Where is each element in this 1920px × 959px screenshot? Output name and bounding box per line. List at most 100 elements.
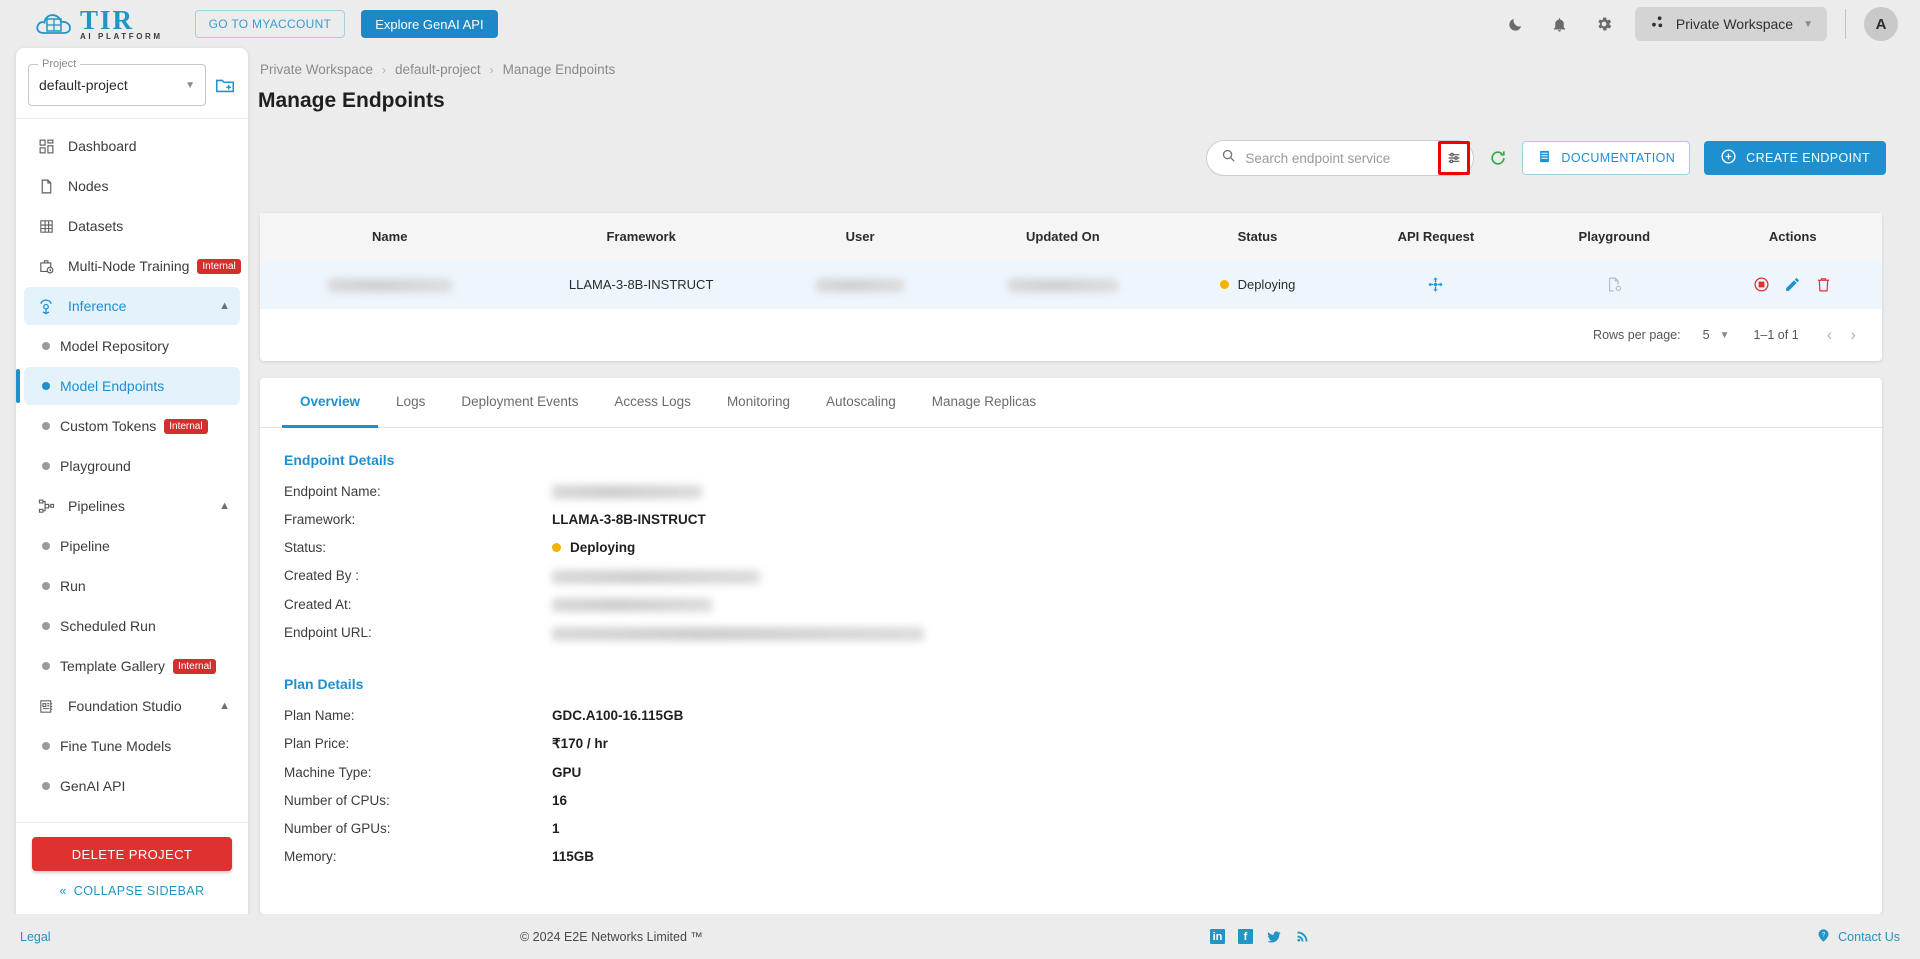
rows-per-page-value: 5 (1702, 328, 1710, 342)
cell-actions (1703, 260, 1882, 309)
tab-monitoring[interactable]: Monitoring (709, 378, 808, 428)
column-header-name[interactable]: Name (260, 213, 520, 260)
rss-icon[interactable] (1295, 929, 1310, 944)
endpoint-detail-card: Overview Logs Deployment Events Access L… (260, 378, 1882, 914)
sidebar-item-label: Datasets (68, 218, 124, 234)
detail-key: Framework: (284, 512, 356, 528)
column-header-api-request[interactable]: API Request (1346, 213, 1526, 260)
detail-key: Memory: (284, 848, 337, 864)
sidebar-item-model-repository[interactable]: Model Repository (24, 327, 240, 365)
endpoints-table-card: Name Framework User Updated On Status AP… (260, 213, 1882, 361)
detail-value (552, 597, 712, 613)
refresh-icon[interactable] (1488, 148, 1508, 168)
sidebar-nav[interactable]: Dashboard Nodes Datasets Multi-Node Trai… (16, 118, 248, 822)
pagination: Rows per page: 5 ▼ 1–1 of 1 ‹ › (260, 309, 1882, 361)
sidebar-item-scheduled-run[interactable]: Scheduled Run (24, 607, 240, 645)
sidebar-item-run[interactable]: Run (24, 567, 240, 605)
detail-key: Machine Type: (284, 764, 372, 780)
explore-genai-api-button[interactable]: Explore GenAI API (361, 10, 498, 38)
redacted-created-at (552, 598, 712, 613)
go-to-myaccount-button[interactable]: GO TO MYACCOUNT (194, 10, 346, 38)
documentation-button[interactable]: DOCUMENTATION (1522, 141, 1691, 175)
sidebar-item-multi-node-training[interactable]: Multi-Node Training Internal (24, 247, 241, 285)
cell-framework: LLAMA-3-8B-INSTRUCT (519, 260, 763, 309)
bullet-icon (42, 582, 50, 590)
tab-access-logs[interactable]: Access Logs (596, 378, 709, 428)
sidebar-item-foundation-studio[interactable]: Foundation Studio ▲ (24, 687, 240, 725)
tab-autoscaling[interactable]: Autoscaling (808, 378, 914, 428)
sidebar-item-pipeline[interactable]: Pipeline (24, 527, 240, 565)
column-header-status[interactable]: Status (1168, 213, 1347, 260)
api-request-icon[interactable] (1355, 276, 1517, 293)
column-header-updated-on[interactable]: Updated On (957, 213, 1169, 260)
tab-deployment-events[interactable]: Deployment Events (443, 378, 596, 428)
delete-icon[interactable] (1815, 276, 1832, 293)
table-row[interactable]: LLAMA-3-8B-INSTRUCT Deploying (260, 260, 1882, 309)
plan-row-machine-type: Machine Type: GPU (284, 765, 1858, 780)
new-project-icon[interactable] (214, 74, 236, 96)
contact-us-link[interactable]: ? Contact Us (1816, 927, 1900, 947)
sidebar-item-dashboard[interactable]: Dashboard (24, 127, 240, 165)
top-bar: TIR AI PLATFORM GO TO MYACCOUNT Explore … (0, 0, 1920, 48)
sidebar-item-model-endpoints[interactable]: Model Endpoints (16, 367, 240, 405)
detail-value: GDC.A100-16.115GB (552, 707, 684, 723)
delete-project-button[interactable]: DELETE PROJECT (32, 837, 232, 871)
sidebar-item-label: Scheduled Run (60, 618, 156, 634)
previous-page-button[interactable]: ‹ (1823, 325, 1837, 345)
project-select[interactable]: Project default-project ▼ (28, 58, 206, 106)
breadcrumb-item-workspace[interactable]: Private Workspace (260, 62, 373, 77)
chevron-down-icon: ▼ (185, 79, 195, 91)
filter-settings-icon[interactable] (1438, 141, 1471, 175)
legal-link[interactable]: Legal (20, 930, 51, 944)
table-header-row: Name Framework User Updated On Status AP… (260, 213, 1882, 260)
search-input[interactable] (1245, 150, 1442, 166)
bullet-icon (42, 662, 50, 670)
twitter-icon[interactable] (1266, 929, 1282, 945)
cell-updated-on (957, 260, 1169, 309)
tir-logo[interactable]: TIR AI PLATFORM (34, 6, 163, 41)
tab-overview[interactable]: Overview (282, 378, 379, 428)
column-header-framework[interactable]: Framework (519, 213, 763, 260)
search-box[interactable] (1206, 140, 1475, 176)
column-header-actions[interactable]: Actions (1703, 213, 1882, 260)
sidebar: Project default-project ▼ Dashboard Node… (16, 48, 248, 914)
facebook-icon[interactable]: f (1238, 929, 1253, 944)
create-endpoint-button[interactable]: CREATE ENDPOINT (1704, 141, 1886, 175)
linkedin-icon[interactable]: in (1210, 929, 1225, 944)
sidebar-item-fine-tune-models[interactable]: Fine Tune Models (24, 727, 240, 765)
bullet-icon (42, 542, 50, 550)
stop-endpoint-icon[interactable] (1753, 276, 1770, 293)
detail-key: Plan Name: (284, 707, 355, 723)
collapse-sidebar-button[interactable]: « COLLAPSE SIDEBAR (59, 884, 204, 898)
workspace-selector[interactable]: Private Workspace ▼ (1634, 7, 1827, 41)
rows-per-page-select[interactable]: 5 ▼ (1703, 328, 1730, 342)
sidebar-item-playground[interactable]: Playground (24, 447, 240, 485)
edit-icon[interactable] (1784, 276, 1801, 293)
tab-manage-replicas[interactable]: Manage Replicas (914, 378, 1054, 428)
dark-mode-icon[interactable] (1499, 7, 1533, 41)
sidebar-item-inference[interactable]: Inference ▲ (24, 287, 240, 325)
playground-icon[interactable] (1533, 276, 1695, 293)
sidebar-item-template-gallery[interactable]: Template Gallery Internal (24, 647, 240, 685)
sidebar-item-custom-tokens[interactable]: Custom Tokens Internal (24, 407, 240, 445)
avatar[interactable]: A (1864, 7, 1898, 41)
notifications-bell-icon[interactable] (1543, 7, 1577, 41)
tab-logs[interactable]: Logs (378, 378, 443, 428)
gear-icon[interactable] (1587, 7, 1621, 41)
column-header-user[interactable]: User (762, 213, 958, 260)
breadcrumb-item-project[interactable]: default-project (395, 62, 481, 77)
column-header-playground[interactable]: Playground (1525, 213, 1704, 260)
chevron-up-icon: ▲ (219, 700, 230, 712)
endpoints-table: Name Framework User Updated On Status AP… (260, 213, 1882, 309)
sidebar-item-nodes[interactable]: Nodes (24, 167, 240, 205)
detail-value (552, 568, 760, 584)
cloud-logo-icon (34, 9, 76, 39)
next-page-button[interactable]: › (1846, 325, 1860, 345)
search-icon (1221, 148, 1236, 168)
sidebar-item-datasets[interactable]: Datasets (24, 207, 240, 245)
bullet-icon (42, 422, 50, 430)
sidebar-item-label: Nodes (68, 178, 109, 194)
sidebar-item-genai-api[interactable]: GenAI API (24, 767, 240, 805)
sidebar-item-pipelines[interactable]: Pipelines ▲ (24, 487, 240, 525)
detail-row-created-by: Created By : (284, 568, 1858, 584)
